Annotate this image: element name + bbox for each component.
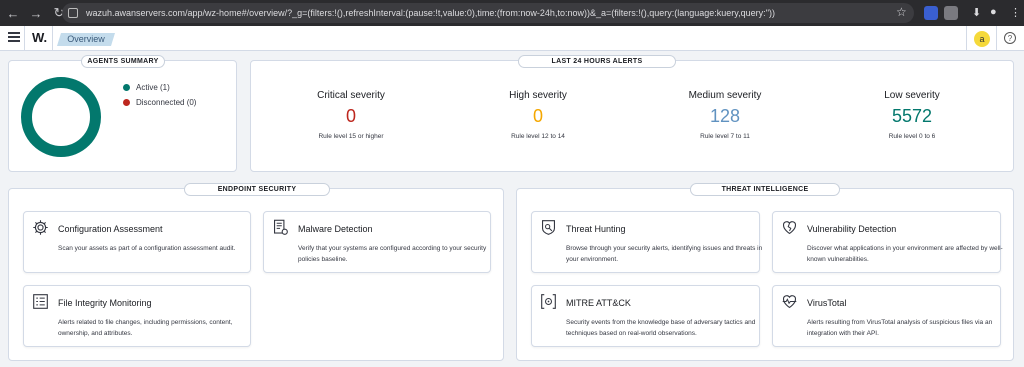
divider	[996, 26, 997, 51]
legend-active-label: Active (1)	[136, 83, 170, 92]
avatar[interactable]: a	[974, 31, 990, 47]
stat-value[interactable]: 5572	[832, 105, 992, 127]
download-icon[interactable]: ⬇	[972, 6, 981, 19]
endpoint-security-panel: ENDPOINT SECURITY Configuration Assessme…	[8, 183, 504, 361]
card-description: Alerts related to file changes, includin…	[58, 319, 233, 337]
virustotal-card[interactable]: VirusTotal Alerts resulting from VirusTo…	[772, 285, 1001, 347]
endpoint-security-title: ENDPOINT SECURITY	[184, 183, 330, 196]
stat-value[interactable]: 0	[458, 105, 618, 127]
legend-disconnected[interactable]: Disconnected (0)	[123, 98, 196, 107]
card-title[interactable]: Vulnerability Detection	[807, 224, 896, 234]
agents-summary-panel: AGENTS SUMMARY Active (1) Disconnected (…	[8, 55, 237, 172]
vulnerability-detection-card[interactable]: Vulnerability Detection Discover what ap…	[772, 211, 1003, 273]
card-description: Scan your assets as part of a configurat…	[58, 245, 236, 252]
divider	[966, 26, 967, 51]
medium-severity-stat[interactable]: Medium severity 128 Rule level 7 to 11	[645, 90, 805, 140]
mitre-attack-card[interactable]: MITRE ATT&CK Security events from the kn…	[531, 285, 760, 347]
bracket-target-icon	[541, 294, 556, 309]
extension-icon[interactable]	[924, 6, 938, 20]
card-description: Alerts resulting from VirusTotal analysi…	[807, 319, 993, 337]
card-title[interactable]: MITRE ATT&CK	[566, 298, 631, 308]
breadcrumb-overview[interactable]: Overview	[57, 33, 115, 46]
gear-icon	[33, 220, 48, 235]
heart-pulse-icon	[782, 295, 797, 309]
list-document-icon	[33, 294, 48, 309]
help-icon[interactable]: ?	[1004, 32, 1016, 44]
card-title[interactable]: Malware Detection	[298, 224, 373, 234]
card-title[interactable]: File Integrity Monitoring	[58, 298, 152, 308]
threat-hunting-card[interactable]: Threat Hunting Browse through your secur…	[531, 211, 762, 273]
agents-summary-title: AGENTS SUMMARY	[81, 55, 165, 68]
app-header: W. Overview a ?	[0, 26, 1024, 51]
disconnected-dot-icon	[123, 99, 130, 106]
stat-sub: Rule level 15 or higher	[318, 133, 384, 140]
card-description: Security events from the knowledge base …	[566, 319, 756, 337]
card-title[interactable]: Threat Hunting	[566, 224, 626, 234]
profile-icon[interactable]: ●	[990, 6, 997, 18]
site-info-icon[interactable]	[68, 8, 78, 18]
divider	[24, 26, 25, 51]
heart-broken-icon	[782, 221, 797, 235]
card-title[interactable]: VirusTotal	[807, 298, 846, 308]
threat-intelligence-panel: THREAT INTELLIGENCE Threat Hunting Brows…	[516, 183, 1014, 361]
menu-icon[interactable]: ⋮	[1010, 6, 1021, 19]
extension-icon-2[interactable]	[944, 6, 958, 20]
stat-label: High severity	[509, 90, 567, 101]
divider	[52, 26, 53, 51]
alerts-title: LAST 24 HOURS ALERTS	[518, 55, 676, 68]
card-description: Verify that your systems are configured …	[298, 245, 487, 263]
shield-search-icon	[541, 220, 556, 235]
bookmark-star-icon[interactable]: ☆	[896, 5, 907, 19]
active-dot-icon	[123, 84, 130, 91]
address-bar[interactable]: wazuh.awanservers.com/app/wz-home#/overv…	[62, 3, 914, 23]
stat-value[interactable]: 0	[271, 105, 431, 127]
wazuh-logo[interactable]: W.	[32, 30, 47, 45]
hamburger-menu-icon[interactable]	[8, 31, 20, 43]
document-gear-icon	[273, 219, 288, 235]
stat-sub: Rule level 7 to 11	[700, 133, 750, 140]
configuration-assessment-card[interactable]: Configuration Assessment Scan your asset…	[23, 211, 251, 273]
stat-sub: Rule level 12 to 14	[511, 133, 565, 140]
alerts-panel: LAST 24 HOURS ALERTS Critical severity 0…	[250, 55, 1014, 172]
file-integrity-monitoring-card[interactable]: File Integrity Monitoring Alerts related…	[23, 285, 251, 347]
forward-icon[interactable]: →	[26, 3, 46, 23]
stat-label: Medium severity	[688, 90, 762, 101]
legend-disconnected-label: Disconnected (0)	[136, 98, 197, 107]
legend-active[interactable]: Active (1)	[123, 83, 170, 92]
malware-detection-card[interactable]: Malware Detection Verify that your syste…	[263, 211, 491, 273]
card-description: Discover what applications in your envir…	[807, 245, 1003, 263]
stat-label: Critical severity	[317, 90, 385, 101]
stat-label: Low severity	[884, 90, 940, 101]
card-description: Browse through your security alerts, ide…	[566, 245, 763, 263]
card-title[interactable]: Configuration Assessment	[58, 224, 163, 234]
agents-donut-chart[interactable]	[21, 77, 101, 157]
back-icon[interactable]: ←	[3, 3, 23, 23]
low-severity-stat[interactable]: Low severity 5572 Rule level 0 to 6	[832, 90, 992, 140]
threat-intelligence-title: THREAT INTELLIGENCE	[690, 183, 840, 196]
stat-sub: Rule level 0 to 6	[888, 133, 936, 140]
stat-value[interactable]: 128	[645, 105, 805, 127]
high-severity-stat[interactable]: High severity 0 Rule level 12 to 14	[458, 90, 618, 140]
critical-severity-stat[interactable]: Critical severity 0 Rule level 15 or hig…	[271, 90, 431, 140]
